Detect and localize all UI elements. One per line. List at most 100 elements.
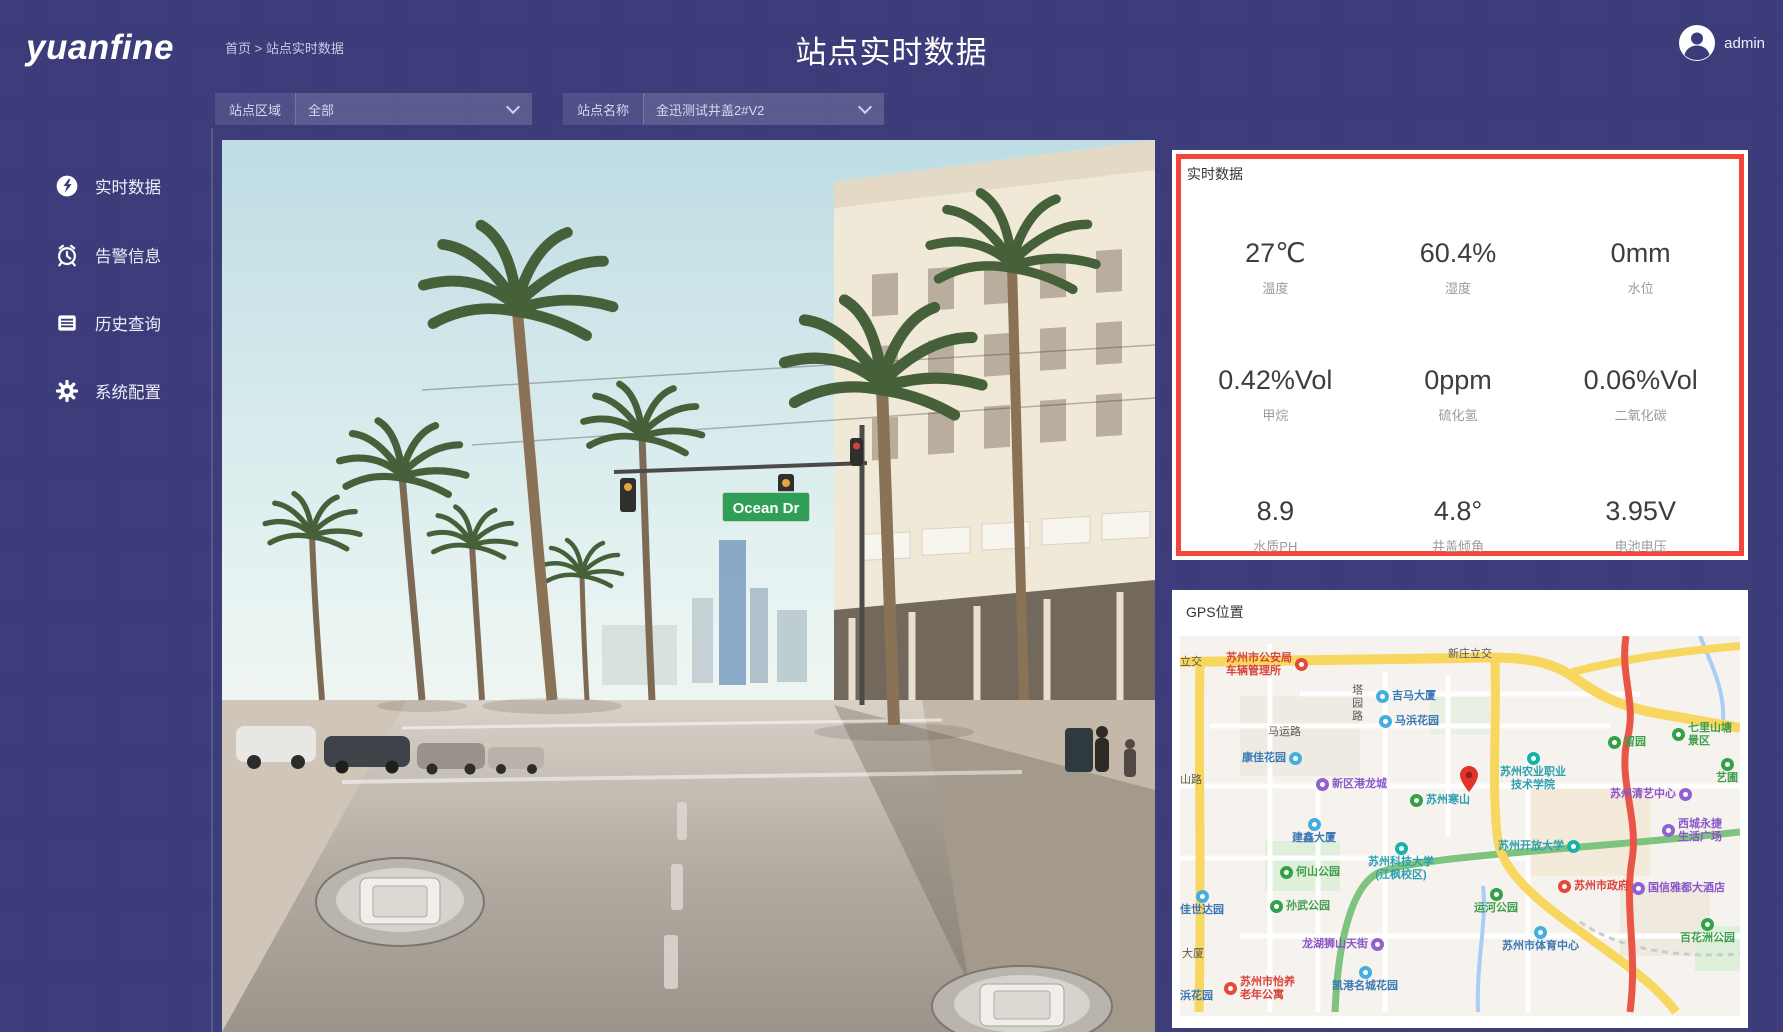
park-icon	[1410, 794, 1423, 807]
region-filter-select[interactable]: 全部	[296, 93, 532, 125]
app-root: { "brand": {"logo_text": "yuanfine"}, "b…	[0, 0, 1783, 1032]
map-poi: 运河公园	[1474, 888, 1518, 915]
map-poi: 苏州寒山	[1410, 794, 1470, 807]
map-road-label: 塔园路	[1350, 684, 1363, 723]
building-icon	[1308, 818, 1321, 831]
school-icon	[1567, 840, 1580, 853]
map-poi: 留园	[1608, 736, 1646, 749]
map-poi: 佳世达园	[1180, 890, 1224, 917]
map-poi: 凯港名城花园	[1332, 966, 1398, 993]
map-poi: 孙武公园	[1270, 900, 1330, 913]
building-icon	[1196, 890, 1209, 903]
sidebar-item-realtime[interactable]: 实时数据	[0, 169, 260, 203]
stadium-icon	[1534, 926, 1547, 939]
park-icon	[1490, 888, 1503, 901]
chevron-down-icon	[506, 100, 520, 114]
realtime-gauge-icon	[55, 174, 79, 198]
map-poi: 康佳花园	[1242, 752, 1302, 765]
site-street-photo: Ocean Dr	[222, 140, 1155, 1032]
map-poi: 马浜花园	[1379, 715, 1439, 728]
user-avatar-icon	[1678, 24, 1716, 62]
government-icon	[1558, 880, 1571, 893]
sidebar-item-label: 告警信息	[95, 243, 161, 267]
building-icon	[1289, 752, 1302, 765]
map-poi: 苏州科技大学 (江枫校区)	[1368, 842, 1434, 881]
gps-panel-title: GPS位置	[1186, 602, 1244, 622]
metric-water-level: 0mm水位	[1549, 238, 1732, 297]
region-filter-label: 站点区域	[215, 93, 296, 125]
metric-tilt: 4.8°井盖倾角	[1367, 496, 1550, 555]
school-icon	[1527, 752, 1540, 765]
metric-temperature: 27℃温度	[1184, 238, 1367, 297]
map-poi: 艺圃	[1716, 758, 1738, 785]
sidebar-item-history[interactable]: 历史查询	[0, 306, 260, 340]
mall-icon	[1662, 824, 1675, 837]
metric-co2: 0.06%Vol二氧化碳	[1549, 365, 1732, 424]
mall-icon	[1316, 778, 1329, 791]
street-sign: Ocean Dr	[722, 492, 810, 522]
gps-map[interactable]: 苏州市公安局 车辆管理所 立交 新庄立交 塔园路 吉马大厦 马浜花园 马运路 康…	[1180, 636, 1740, 1016]
map-road-label: 新庄立交	[1448, 648, 1492, 661]
username-label: admin	[1724, 35, 1765, 52]
sidebar-item-label: 历史查询	[95, 311, 161, 335]
page-title: 站点实时数据	[0, 27, 1783, 72]
hospital-icon	[1224, 982, 1237, 995]
map-poi: 苏州市体育中心	[1502, 926, 1579, 953]
map-poi: 新区港龙城	[1316, 778, 1387, 791]
sidebar-item-label: 实时数据	[95, 174, 161, 198]
chevron-down-icon	[858, 100, 872, 114]
mall-icon	[1371, 938, 1384, 951]
park-icon	[1270, 900, 1283, 913]
sidebar-item-settings[interactable]: 系统配置	[0, 374, 260, 408]
gear-icon	[55, 379, 79, 403]
school-icon	[1395, 842, 1408, 855]
region-filter-value: 全部	[308, 100, 334, 119]
metric-humidity: 60.4%湿度	[1367, 238, 1550, 297]
map-poi: 龙湖狮山天街	[1302, 938, 1384, 951]
trash-bin	[1065, 728, 1093, 772]
hotel-icon	[1632, 882, 1645, 895]
map-poi: 苏州市公安局 车辆管理所	[1226, 652, 1308, 677]
building-icon	[1359, 966, 1372, 979]
sidebar-item-alarms[interactable]: 告警信息	[0, 238, 260, 272]
site-filter-label: 站点名称	[563, 93, 644, 125]
map-roads	[1180, 636, 1740, 1016]
park-icon	[1672, 728, 1685, 741]
history-list-icon	[55, 311, 79, 335]
site-filter[interactable]: 站点名称 金迅测试井盖2#V2	[563, 93, 884, 125]
map-poi: 七里山塘景区	[1672, 722, 1740, 747]
map-poi: 百花洲公园	[1680, 918, 1735, 945]
map-road-label: 山路	[1180, 774, 1202, 787]
map-poi: 何山公园	[1280, 866, 1340, 879]
street-sign-text: Ocean Dr	[733, 500, 800, 517]
user-menu[interactable]: admin	[1678, 24, 1765, 62]
police-icon	[1295, 658, 1308, 671]
building-icon	[1376, 690, 1389, 703]
mall-icon	[1679, 788, 1692, 801]
site-filter-select[interactable]: 金迅测试井盖2#V2	[644, 93, 884, 125]
location-pin-icon	[1460, 766, 1478, 792]
map-road-label: 立交	[1180, 656, 1202, 669]
map-road-label: 马运路	[1268, 726, 1301, 739]
realtime-data-panel: 实时数据 27℃温度 60.4%湿度 0mm水位 0.42%Vol甲烷 0ppm…	[1172, 150, 1748, 560]
realtime-panel-title: 实时数据	[1187, 164, 1243, 184]
park-icon	[1608, 736, 1621, 749]
map-poi: 苏州农业职业 技术学院	[1500, 752, 1566, 791]
metric-ph: 8.9水质PH	[1184, 496, 1367, 555]
map-poi: 苏州开放大学	[1498, 840, 1580, 853]
map-poi: 苏州市政府	[1558, 880, 1629, 893]
map-poi: 建鑫大厦	[1292, 818, 1336, 845]
map-poi: 苏州清艺中心	[1610, 788, 1692, 801]
map-poi: 吉马大厦	[1376, 690, 1436, 703]
metric-h2s: 0ppm硫化氢	[1367, 365, 1550, 424]
map-poi: 西城永捷 生活广场	[1662, 818, 1722, 843]
site-filter-value: 金迅测试井盖2#V2	[656, 100, 764, 119]
park-icon	[1721, 758, 1734, 771]
map-poi: 苏州市怡养 老年公寓	[1224, 976, 1295, 1001]
map-road-label: 大厦	[1182, 948, 1204, 961]
map-poi: 国信雅都大酒店	[1632, 882, 1725, 895]
park-icon	[1701, 918, 1714, 931]
alarm-clock-icon	[55, 243, 79, 267]
region-filter[interactable]: 站点区域 全部	[215, 93, 532, 125]
metric-battery: 3.95V电池电压	[1549, 496, 1732, 555]
